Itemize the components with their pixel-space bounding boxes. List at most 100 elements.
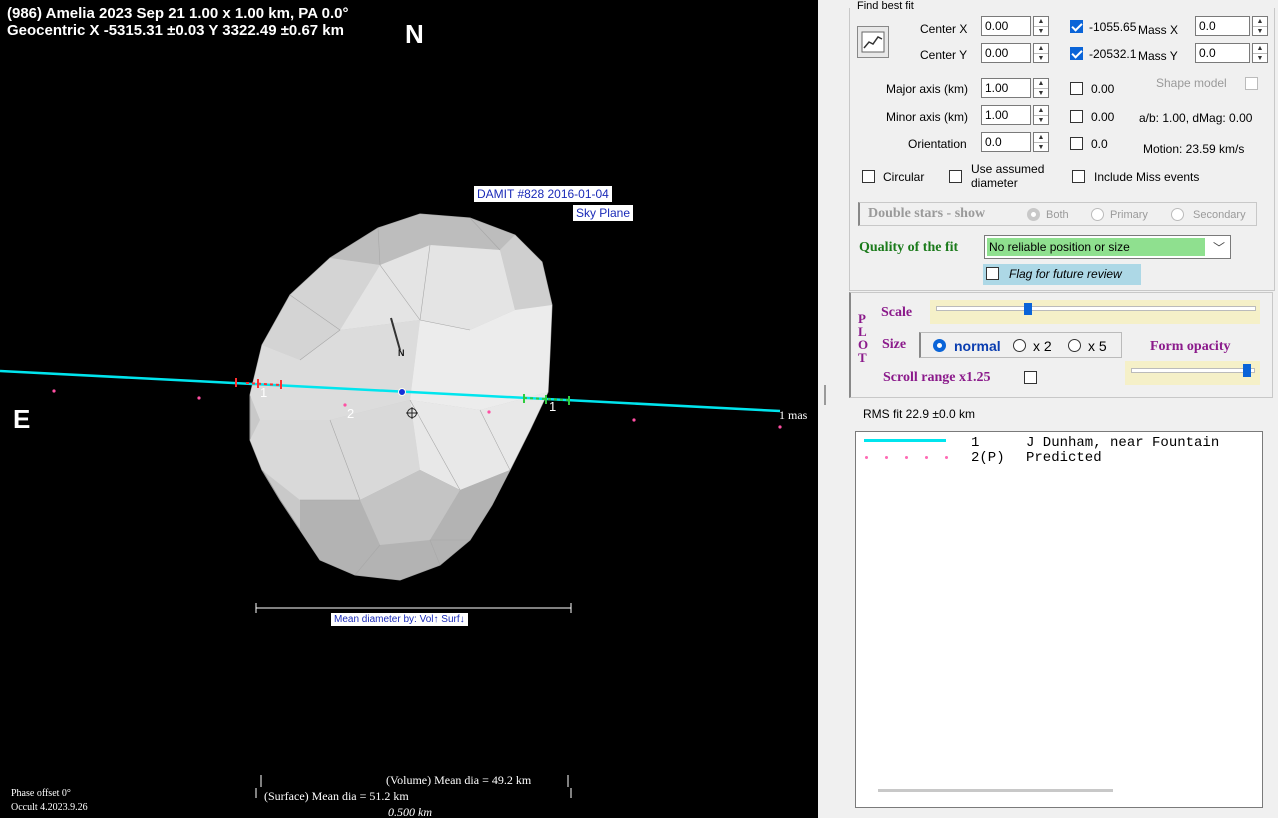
east-indicator: E [13, 404, 31, 434]
double-stars-label: Double stars - show [868, 206, 986, 221]
double-secondary-radio[interactable] [1171, 208, 1184, 221]
minor-axis-checkbox[interactable] [1070, 110, 1083, 123]
orientation-input[interactable]: 0.0 [981, 132, 1031, 152]
size-x2-radio[interactable] [1013, 339, 1026, 352]
size-normal-radio[interactable] [933, 339, 946, 352]
mass-y-label: Mass Y [1138, 49, 1178, 63]
chord-1-right-label: 1 [549, 399, 557, 414]
circular-label: Circular [883, 170, 925, 184]
orientation-label: Orientation [908, 137, 967, 151]
mass-y-input[interactable]: 0.0 [1195, 43, 1250, 63]
chevron-down-icon: ﹀ [1213, 241, 1226, 255]
scroll-range-label: Scroll range x1.25 [883, 370, 991, 385]
include-miss-label: Include Miss events [1094, 170, 1200, 184]
form-opacity-slider-thumb[interactable] [1242, 364, 1251, 377]
plot-canvas [0, 213, 782, 798]
form-opacity-slider[interactable] [1125, 361, 1260, 385]
legend-horizontal-scrollbar[interactable] [878, 789, 1113, 792]
major-axis-spinner[interactable]: ▲ ▼ [1033, 78, 1049, 98]
use-assumed-diameter-label: Use assumed diameter [971, 162, 1045, 190]
version-label: Occult 4.2023.9.26 [11, 802, 88, 813]
double-secondary-label: Secondary [1193, 209, 1246, 221]
size-x2-label: x 2 [1033, 338, 1052, 354]
circular-checkbox[interactable] [862, 170, 875, 183]
mass-x-spinner[interactable]: ▲ ▼ [1252, 16, 1268, 36]
volume-mean-diameter: (Volume) Mean dia = 49.2 km [386, 773, 532, 787]
find-best-fit-title: Find best fit [855, 0, 916, 12]
mass-y-spinner[interactable]: ▲ ▼ [1252, 43, 1268, 63]
mass-x-input[interactable]: 0.0 [1195, 16, 1250, 36]
center-x-label: Center X [920, 22, 968, 36]
shape-model-label: Shape model [1156, 76, 1227, 90]
scale-slider[interactable] [930, 300, 1260, 324]
center-x-spinner[interactable]: ▲ ▼ [1033, 16, 1049, 36]
scale-km-label: 0.500 km [388, 805, 432, 818]
center-y-spinner[interactable]: ▲ ▼ [1033, 43, 1049, 63]
occultation-plot[interactable]: (986) Amelia 2023 Sep 21 1.00 x 1.00 km,… [0, 0, 818, 818]
mean-diameter-note: Mean diameter by: Vol↑ Surf↓ [331, 613, 468, 626]
north-indicator: N [405, 19, 424, 49]
fit-curve-icon [861, 31, 885, 53]
major-axis-result: 0.00 [1091, 82, 1115, 96]
mas-scale-label: 1 mas [779, 408, 808, 422]
rms-fit-label: RMS fit 22.9 ±0.0 km [863, 407, 975, 421]
mass-x-label: Mass X [1138, 23, 1179, 37]
scale-label: Scale [881, 305, 913, 320]
center-y-result: -20532.1 [1089, 47, 1137, 61]
predicted-dots-icon [865, 456, 955, 460]
shape-model-checkbox[interactable] [1245, 77, 1258, 90]
double-primary-label: Primary [1110, 209, 1148, 221]
size-label: Size [882, 337, 907, 352]
major-axis-label: Major axis (km) [886, 82, 969, 96]
center-of-mass-marker [398, 388, 406, 396]
use-assumed-diameter-checkbox[interactable] [949, 170, 962, 183]
quality-of-fit-label: Quality of the fit [859, 240, 959, 255]
include-miss-checkbox[interactable] [1072, 170, 1085, 183]
shape-north-label: N [398, 348, 405, 358]
splitter-handle[interactable] [824, 385, 826, 405]
size-x5-label: x 5 [1088, 338, 1107, 354]
legend-row-1-num: 1 [971, 435, 980, 451]
chord-1-left-label: 1 [260, 385, 268, 400]
ab-dmag-label: a/b: 1.00, dMag: 0.00 [1139, 111, 1253, 125]
double-both-radio[interactable] [1027, 208, 1040, 221]
flag-review-checkbox[interactable] [986, 267, 999, 280]
control-panel: Find best fit Center X 0.00 ▲ ▼ -1055.65 … [849, 0, 1278, 818]
surface-mean-diameter: (Surface) Mean dia = 51.2 km [264, 789, 409, 803]
legend-row-2-num: 2(P) [971, 450, 1005, 466]
center-y-input[interactable]: 0.00 [981, 43, 1031, 63]
center-y-label: Center Y [920, 48, 968, 62]
scroll-range-checkbox[interactable] [1024, 371, 1037, 384]
size-x5-radio[interactable] [1068, 339, 1081, 352]
damit-model-label: DAMIT #828 2016-01-04 [474, 186, 612, 202]
damit-label: DAMIT #828 2016-01-04 Sky Plane [474, 186, 633, 222]
plot-header-line1: (986) Amelia 2023 Sep 21 1.00 x 1.00 km,… [7, 5, 349, 22]
legend-row-2-name: Predicted [1026, 450, 1102, 466]
double-both-label: Both [1046, 209, 1069, 221]
quality-dropdown[interactable]: No reliable position or size ﹀ [984, 235, 1231, 259]
mean-diameter-bar [255, 603, 572, 613]
scale-slider-thumb[interactable] [1024, 303, 1033, 315]
major-axis-input[interactable]: 1.00 [981, 78, 1031, 98]
center-x-result: -1055.65 [1089, 20, 1137, 34]
orientation-checkbox[interactable] [1070, 137, 1083, 150]
flag-review-label: Flag for future review [1009, 267, 1122, 281]
chord-1-line-icon [864, 439, 946, 442]
minor-axis-input[interactable]: 1.00 [981, 105, 1031, 125]
form-opacity-label: Form opacity [1150, 339, 1231, 354]
center-x-input[interactable]: 0.00 [981, 16, 1031, 36]
legend-row-1-name: J Dunham, near Fountain [1026, 435, 1220, 451]
double-primary-radio[interactable] [1091, 208, 1104, 221]
minor-axis-spinner[interactable]: ▲ ▼ [1033, 105, 1049, 125]
chord-legend-list[interactable]: 1 J Dunham, near Fountain 2(P) Predicted [855, 431, 1263, 808]
center-x-checkbox[interactable] [1070, 20, 1083, 33]
find-best-fit-button[interactable] [857, 26, 889, 58]
minor-axis-label: Minor axis (km) [886, 110, 969, 124]
sky-plane-label: Sky Plane [572, 205, 633, 221]
center-y-checkbox[interactable] [1070, 47, 1083, 60]
phase-offset-label: Phase offset 0° [11, 788, 71, 799]
major-axis-checkbox[interactable] [1070, 82, 1083, 95]
orientation-spinner[interactable]: ▲ ▼ [1033, 132, 1049, 152]
motion-label: Motion: 23.59 km/s [1143, 142, 1245, 156]
minor-axis-result: 0.00 [1091, 110, 1115, 124]
